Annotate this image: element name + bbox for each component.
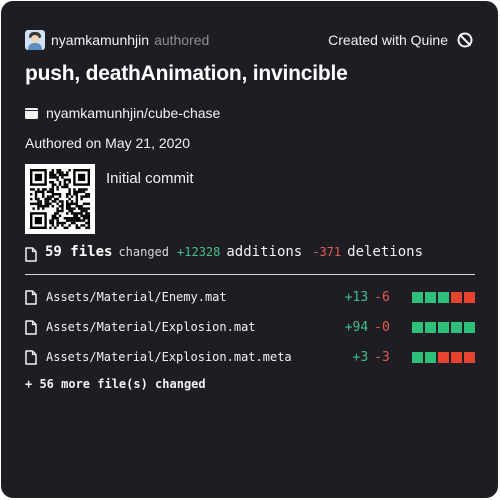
change-stats: 59 files changed +12328 additions -371 d… — [25, 244, 423, 264]
diff-block-green — [438, 291, 449, 303]
file-deletions: -0 — [374, 319, 390, 335]
files-count: 59 files — [45, 244, 113, 260]
authored-date: Authored on May 21, 2020 — [25, 135, 191, 151]
changed-label: changed — [118, 245, 170, 259]
file-icon — [25, 289, 37, 305]
diff-block-green — [438, 321, 449, 333]
file-deletions: -3 — [374, 349, 390, 365]
file-deletions: -6 — [374, 289, 390, 305]
more-files-link[interactable]: + 56 more file(s) changed — [25, 377, 206, 391]
file-row[interactable]: Assets/Material/Explosion.mat.meta +3 -3 — [25, 348, 477, 366]
diff-block-green — [425, 291, 436, 303]
repo-icon — [25, 107, 38, 119]
commit-message: Initial commit — [106, 170, 194, 187]
diff-block-red — [451, 351, 462, 363]
diff-block-green — [425, 321, 436, 333]
created-with-label: Created with Quine — [328, 32, 448, 48]
file-name: Assets/Material/Explosion.mat — [46, 320, 256, 334]
file-additions: +94 — [344, 319, 369, 335]
diff-block-red — [451, 291, 462, 303]
author-username[interactable]: nyamkamunhjin — [51, 32, 149, 48]
deletions-label: deletions — [347, 244, 423, 260]
divider — [25, 274, 475, 275]
diff-block-green — [464, 321, 475, 333]
additions-count: +12328 — [177, 245, 221, 259]
file-row[interactable]: Assets/Material/Explosion.mat +94 -0 — [25, 318, 477, 336]
file-icon — [25, 246, 37, 262]
file-name: Assets/Material/Enemy.mat — [46, 290, 227, 304]
repo-name: nyamkamunhjin/cube-chase — [46, 105, 221, 121]
file-name: Assets/Material/Explosion.mat.meta — [46, 350, 292, 364]
diff-block-red — [464, 291, 475, 303]
file-additions: +3 — [352, 349, 369, 365]
authored-label: authored — [154, 32, 210, 48]
additions-label: additions — [226, 244, 303, 260]
diff-block-green — [425, 351, 436, 363]
commit-title: push, deathAnimation, invincible — [25, 62, 348, 85]
diff-block-red — [438, 351, 449, 363]
avatar[interactable] — [25, 30, 45, 50]
file-additions: +13 — [344, 289, 369, 305]
diff-blocks — [412, 321, 477, 333]
deletions-count: -371 — [312, 245, 342, 259]
diff-block-green — [412, 291, 423, 303]
commit-card: nyamkamunhjin authored Created with Quin… — [1, 1, 498, 498]
repo-link[interactable]: nyamkamunhjin/cube-chase — [25, 105, 220, 121]
file-icon — [25, 319, 37, 335]
diff-block-green — [412, 351, 423, 363]
diff-block-green — [451, 321, 462, 333]
card-header: nyamkamunhjin authored Created with Quin… — [25, 30, 474, 50]
diff-block-green — [412, 321, 423, 333]
file-icon — [25, 349, 37, 365]
diff-blocks — [412, 351, 477, 363]
qr-code — [25, 164, 95, 234]
file-row[interactable]: Assets/Material/Enemy.mat +13 -6 — [25, 288, 477, 306]
diff-blocks — [412, 291, 477, 303]
created-with-quine[interactable]: Created with Quine — [328, 31, 474, 49]
diff-block-red — [464, 351, 475, 363]
quine-logo-icon — [457, 32, 473, 48]
